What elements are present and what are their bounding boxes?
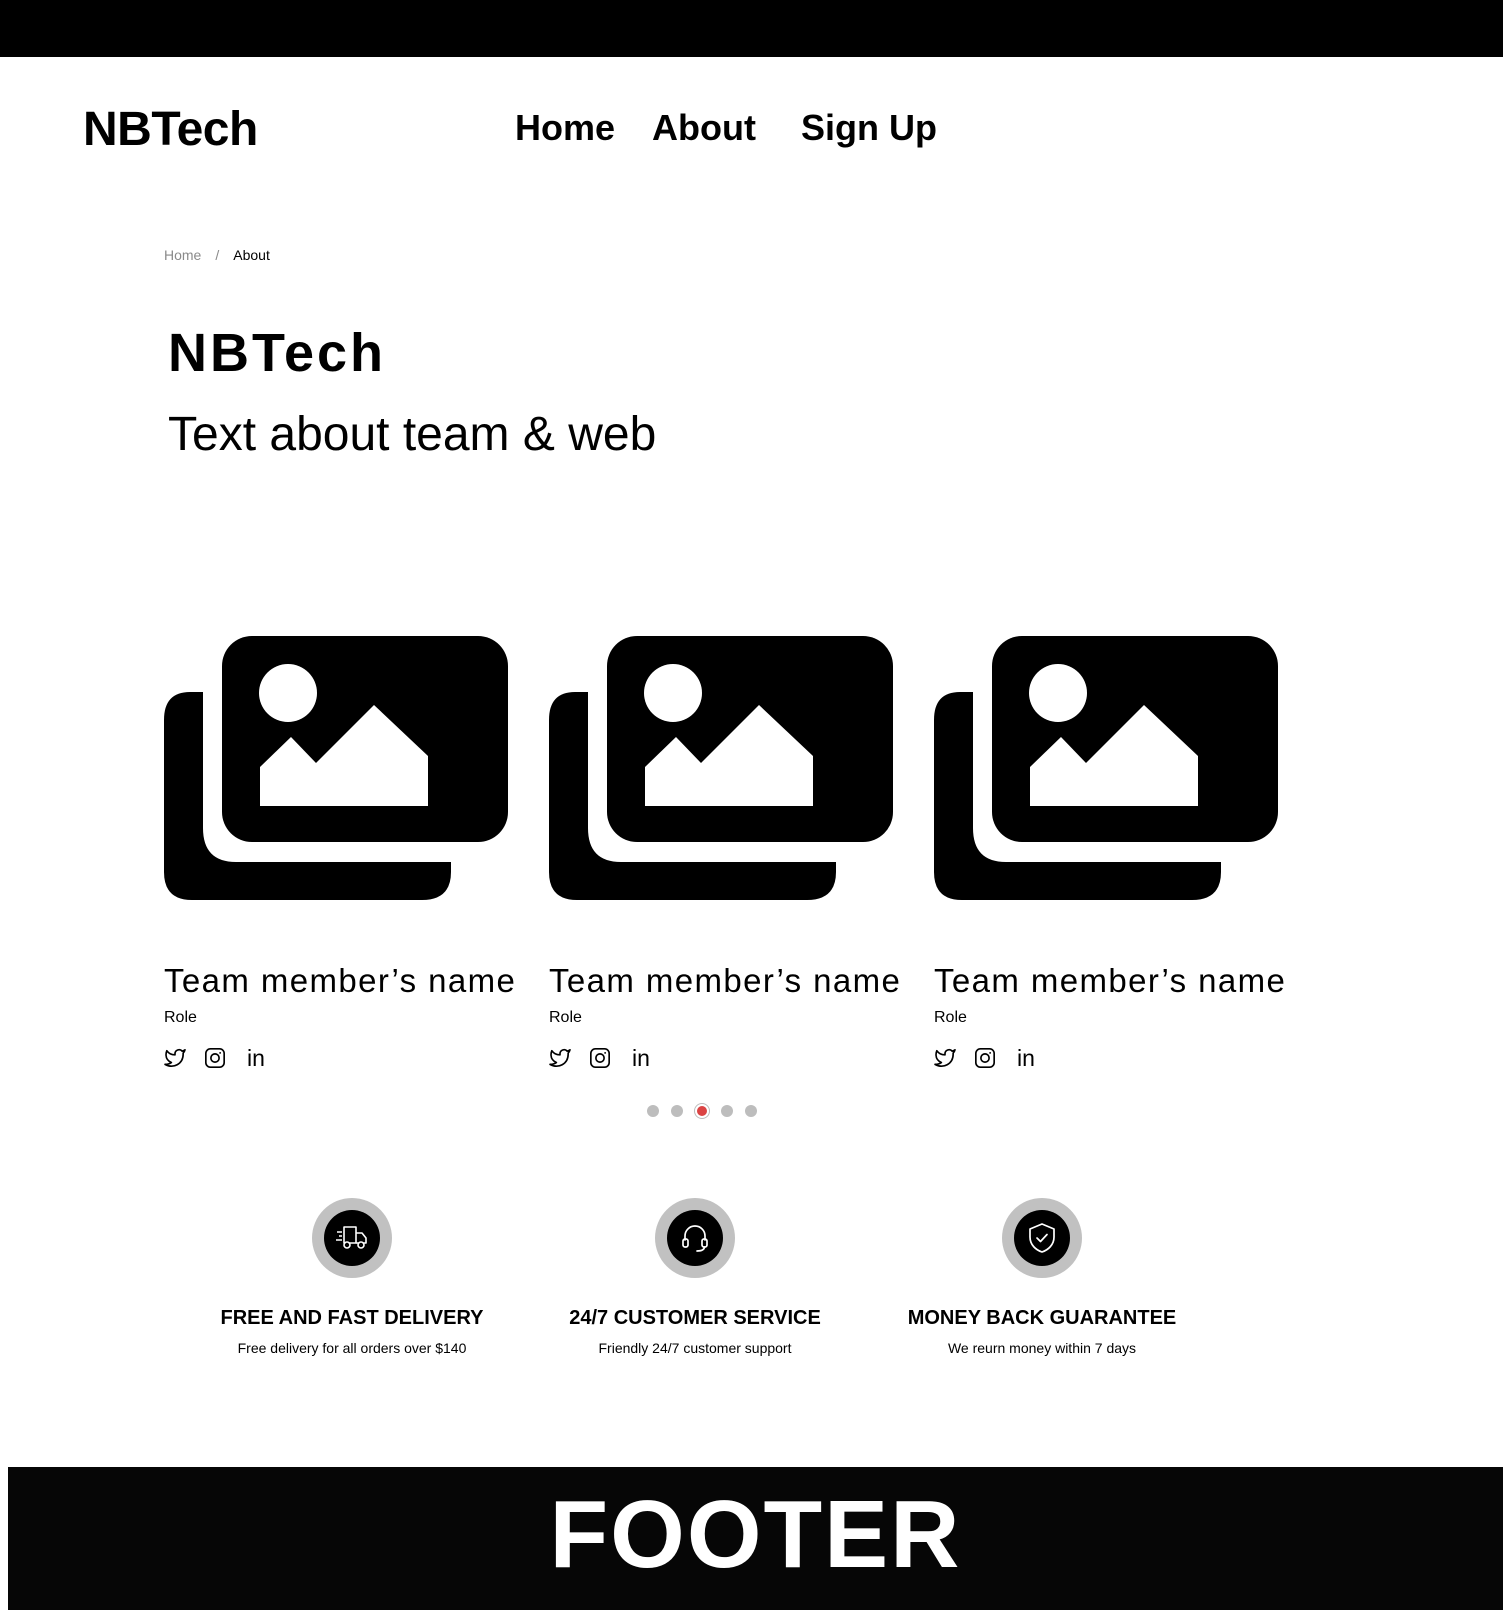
feature-delivery: FREE AND FAST DELIVERY Free delivery for… (182, 1198, 522, 1358)
feature-description: We reurn money within 7 days (947, 1340, 1137, 1356)
footer: FOOTER (8, 1467, 1503, 1610)
feature-badge (1002, 1198, 1082, 1278)
social-links: in (934, 1045, 1038, 1071)
instagram-icon[interactable] (589, 1047, 611, 1069)
top-bar (0, 0, 1503, 57)
instagram-icon[interactable] (204, 1047, 226, 1069)
feature-title: FREE AND FAST DELIVERY (220, 1307, 484, 1329)
feature-title: 24/7 CUSTOMER SERVICE (569, 1307, 821, 1329)
feature-customer-service: 24/7 CUSTOMER SERVICE Friendly 24/7 cust… (525, 1198, 865, 1358)
breadcrumb: Home / About (164, 245, 270, 265)
team-card: Team member’s name Role in (164, 636, 524, 1076)
carousel-dot[interactable] (671, 1105, 683, 1117)
carousel-dot[interactable] (745, 1105, 757, 1117)
breadcrumb-home-link[interactable]: Home (164, 245, 201, 265)
carousel-dots (647, 1104, 757, 1118)
twitter-icon[interactable] (549, 1047, 571, 1069)
feature-badge (312, 1198, 392, 1278)
instagram-icon[interactable] (974, 1047, 996, 1069)
social-links: in (164, 1045, 268, 1071)
carousel-dot[interactable] (647, 1105, 659, 1117)
feature-badge (655, 1198, 735, 1278)
carousel-dot[interactable] (721, 1105, 733, 1117)
breadcrumb-current: About (233, 247, 270, 263)
image-gallery-icon (549, 636, 893, 900)
team-member-role: Role (934, 1009, 967, 1026)
image-gallery-icon (164, 636, 508, 900)
team-member-role: Role (164, 1009, 197, 1026)
team-card: Team member’s name Role in (934, 636, 1294, 1076)
twitter-icon[interactable] (934, 1047, 956, 1069)
nav-link-home[interactable]: Home (515, 104, 615, 152)
team-member-role: Role (549, 1009, 582, 1026)
feature-description: Friendly 24/7 customer support (598, 1340, 792, 1356)
feature-title: MONEY BACK GUARANTEE (907, 1307, 1177, 1329)
team-card: Team member’s name Role in (549, 636, 909, 1076)
carousel-dot[interactable] (695, 1104, 709, 1118)
feature-money-back: MONEY BACK GUARANTEE We reurn money with… (872, 1198, 1212, 1358)
team-member-name: Team member’s name (164, 962, 517, 999)
linkedin-icon[interactable]: in (629, 1047, 653, 1070)
page-subtitle: Text about team & web (168, 408, 657, 461)
linkedin-icon[interactable]: in (1014, 1047, 1038, 1070)
shield-check-icon (1014, 1210, 1070, 1266)
social-links: in (549, 1045, 653, 1071)
page-title: NBTech (168, 323, 387, 383)
linkedin-icon[interactable]: in (244, 1047, 268, 1070)
feature-description: Free delivery for all orders over $140 (237, 1340, 467, 1356)
footer-label: FOOTER (549, 1481, 962, 1588)
image-gallery-icon (934, 636, 1278, 900)
site-logo[interactable]: NBTech (83, 100, 258, 160)
headset-icon (667, 1210, 723, 1266)
breadcrumb-separator: / (215, 247, 220, 263)
twitter-icon[interactable] (164, 1047, 186, 1069)
team-member-name: Team member’s name (934, 962, 1287, 999)
team-member-name: Team member’s name (549, 962, 902, 999)
nav-link-sign-up[interactable]: Sign Up (801, 104, 937, 152)
delivery-truck-icon (324, 1210, 380, 1266)
nav-link-about[interactable]: About (652, 104, 756, 152)
